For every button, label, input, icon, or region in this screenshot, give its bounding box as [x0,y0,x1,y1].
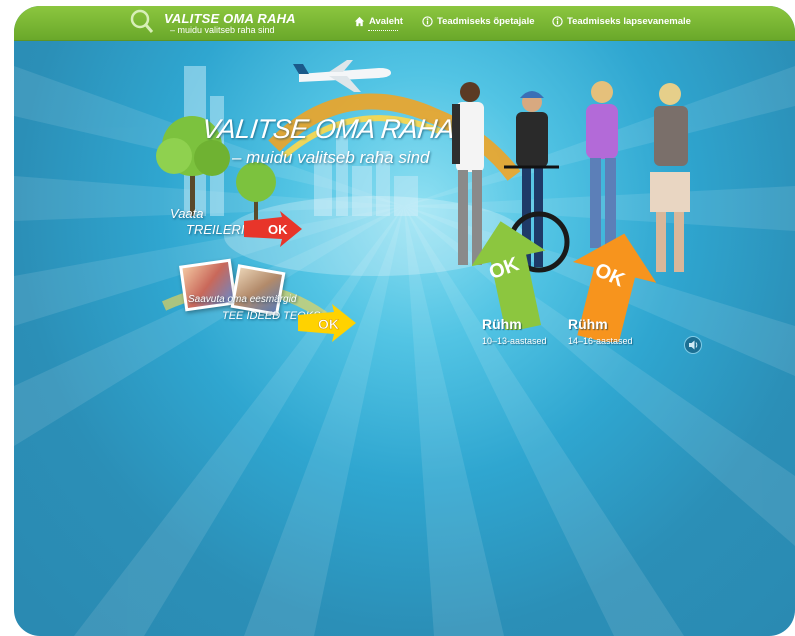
info-icon [422,16,433,27]
trailer-line2: TREILERIT [186,222,253,237]
nav-home-link[interactable]: Avaleht [354,16,403,31]
active-indicator [368,30,398,31]
airplane [293,60,391,92]
info-icon [552,16,563,27]
group-1-label: Rühm [482,316,522,332]
nav-home-label: Avaleht [369,16,403,27]
hero-title: VALITSE OMA RAHA [200,114,456,144]
video-ok-arrow[interactable]: OK [298,304,356,342]
home-icon [354,16,365,27]
hero-subtitle: – muidu valitseb raha sind [232,148,430,167]
group-1-ages: 10–13-aastased [482,336,547,346]
logo-subtitle: – muidu valitseb raha sind [170,25,275,35]
logo-title[interactable]: VALITSE OMA RAHA [164,11,296,26]
video-line1: Saavuta oma eesmärgid [188,294,297,305]
video-ok-label: OK [318,316,339,332]
photo-2 [230,264,286,316]
page-frame: VALITSE OMA RAHA – muidu valitseb raha s… [14,6,795,636]
nav-parent-label: Teadmiseks lapsevanemale [567,16,691,27]
trailer-ok-arrow[interactable]: OK [244,211,302,247]
nav-teacher-link[interactable]: Teadmiseks õpetajale [422,16,535,27]
nav-parent-link[interactable]: Teadmiseks lapsevanemale [552,16,691,27]
speaker-icon[interactable] [684,336,702,354]
group-1-ok-arrow[interactable]: OK [472,220,552,330]
nav-teacher-label: Teadmiseks õpetajale [437,16,535,27]
top-nav-bar: VALITSE OMA RAHA – muidu valitseb raha s… [14,6,795,41]
group-2-ages: 14–16-aastased [568,336,633,346]
magnifier-icon [130,9,154,33]
trailer-line1: Vaata [170,206,204,221]
trailer-ok-label: OK [268,222,288,237]
group-2-label: Rühm [568,316,608,332]
